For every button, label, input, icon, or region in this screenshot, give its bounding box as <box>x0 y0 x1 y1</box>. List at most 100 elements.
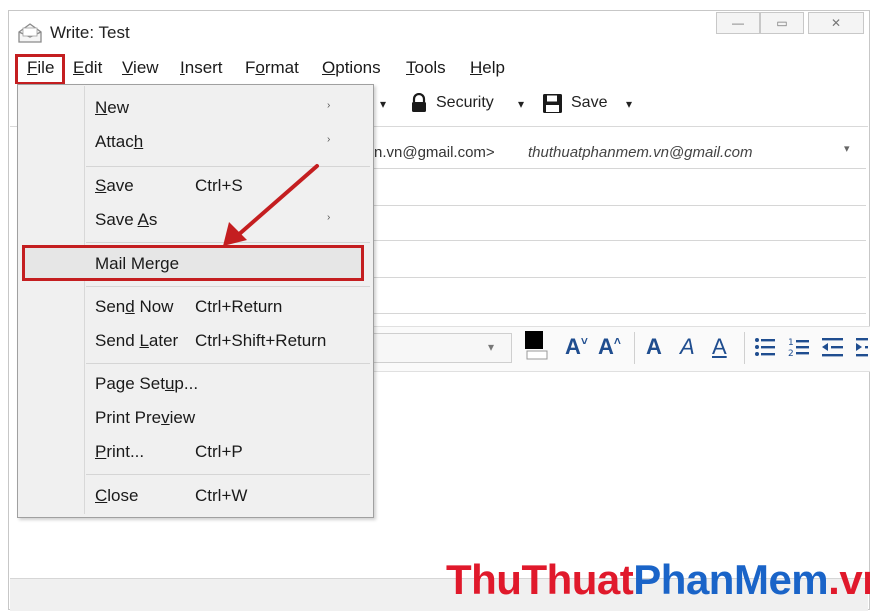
menu-item-save-label: ave <box>106 176 134 195</box>
menu-item-print-preview-pre: Print Pre <box>95 408 162 427</box>
menu-insert-label: nsert <box>184 58 223 77</box>
font-select-arrow[interactable]: ▾ <box>488 340 494 354</box>
watermark-part2: PhanMem <box>633 556 829 603</box>
menu-item-close-mnemonic: C <box>95 486 108 505</box>
increase-font-size-icon[interactable]: A˄ <box>598 334 621 360</box>
text-color-icon[interactable] <box>525 331 549 366</box>
menu-tools[interactable]: Tools <box>406 58 446 78</box>
menu-view-mnemonic: V <box>122 58 134 77</box>
attach-submenu-arrow: › <box>327 134 331 145</box>
menu-options-mnemonic: O <box>322 58 336 77</box>
menu-item-print-label: rint... <box>106 442 145 461</box>
minimize-button[interactable]: — <box>716 12 760 34</box>
menu-item-send-later-mnemonic: L <box>139 331 149 350</box>
svg-text:1: 1 <box>788 338 794 348</box>
window-title: Write: Test <box>50 23 130 42</box>
menu-item-close[interactable]: Close <box>95 486 138 506</box>
menu-tools-label: ools <box>414 58 446 77</box>
menu-item-send-later-pre: Send <box>95 331 140 350</box>
recipient-field-line-3[interactable] <box>372 277 866 278</box>
menu-help-mnemonic: H <box>470 58 483 77</box>
bold-icon[interactable]: A <box>646 334 662 360</box>
menu-help-label: elp <box>482 58 505 77</box>
menu-item-print[interactable]: Print... <box>95 442 144 462</box>
menu-item-new[interactable]: New <box>95 98 129 118</box>
menu-tools-mnemonic: T <box>406 58 415 77</box>
menu-separator <box>86 363 370 364</box>
from-address-partial: n.vn@gmail.com> <box>374 144 495 161</box>
menu-separator <box>86 474 370 475</box>
menu-item-save-as[interactable]: Save As <box>95 210 157 230</box>
menu-item-send-now[interactable]: Send Now <box>95 297 173 317</box>
from-dropdown-arrow[interactable]: ▾ <box>844 142 850 155</box>
decrease-font-size-icon[interactable]: A˅ <box>565 334 588 360</box>
outdent-icon[interactable] <box>822 336 844 363</box>
menu-insert[interactable]: Insert <box>180 58 223 78</box>
menu-edit-mnemonic: E <box>73 58 85 77</box>
menu-item-new-mnemonic: N <box>95 98 108 117</box>
menu-item-page-setup-mnemonic: u <box>164 374 175 393</box>
menu-view[interactable]: View <box>122 58 159 78</box>
menu-item-save-as-mnemonic: A <box>137 210 149 229</box>
menu-item-attach-pre: Attac <box>95 132 134 151</box>
format-separator <box>634 332 635 364</box>
lock-icon[interactable] <box>410 92 428 118</box>
svg-text:2: 2 <box>788 349 794 358</box>
menu-format-mnemonic: o <box>255 58 265 77</box>
numbered-list-icon[interactable]: 1 2 <box>788 336 810 363</box>
menu-help[interactable]: Help <box>470 58 505 78</box>
menu-item-print-preview[interactable]: Print Preview <box>95 408 195 428</box>
subject-field-line[interactable] <box>372 313 866 314</box>
menu-item-close-label: lose <box>107 486 139 505</box>
menu-format[interactable]: Format <box>245 58 299 78</box>
save-dropdown-arrow[interactable]: ▾ <box>626 97 632 111</box>
floppy-disk-icon[interactable] <box>542 93 563 119</box>
file-menu-highlight-box <box>15 54 65 85</box>
close-button[interactable]: ✕ <box>808 12 864 34</box>
menu-item-save-as-pre: Save <box>95 210 138 229</box>
menu-item-new-label: ew <box>107 98 130 117</box>
menu-item-mail-merge[interactable]: Mail Merge <box>95 254 179 274</box>
menu-separator <box>86 286 370 287</box>
toolbar-dropdown-arrow[interactable]: ▾ <box>380 97 386 111</box>
recipient-field-line-2[interactable] <box>372 240 866 241</box>
menu-item-page-setup-pre: Page Set <box>95 374 165 393</box>
recipient-field-line-1[interactable] <box>372 205 866 206</box>
menu-edit[interactable]: Edit <box>73 58 102 78</box>
menu-options-label: ptions <box>335 58 381 77</box>
from-address-account: thuthuatphanmem.vn@gmail.com <box>528 144 753 161</box>
menu-format-pre: F <box>245 58 256 77</box>
menu-item-send-later-label: ater <box>148 331 179 350</box>
close-shortcut: Ctrl+W <box>195 486 248 505</box>
menu-item-save[interactable]: Save <box>95 176 134 196</box>
from-field-line <box>372 168 866 169</box>
security-dropdown-arrow[interactable]: ▾ <box>518 97 524 111</box>
menu-item-send-later[interactable]: Send Later <box>95 331 178 351</box>
menu-item-save-mnemonic: S <box>95 176 107 195</box>
menu-format-label: rmat <box>264 58 299 77</box>
compose-window-icon <box>17 22 43 49</box>
menu-item-send-now-label: Now <box>134 297 174 316</box>
send-now-shortcut: Ctrl+Return <box>195 297 283 316</box>
new-submenu-arrow: › <box>327 100 331 111</box>
red-annotation-arrow-icon <box>215 160 325 255</box>
menu-item-send-now-mnemonic: d <box>125 297 135 316</box>
bullet-list-icon[interactable] <box>754 336 776 363</box>
indent-icon[interactable] <box>856 336 868 363</box>
menu-item-page-setup[interactable]: Page Setup... <box>95 374 198 394</box>
menu-view-label: iew <box>133 58 159 77</box>
save-as-submenu-arrow: › <box>327 212 331 223</box>
menu-options[interactable]: Options <box>322 58 381 78</box>
menu-edit-label: dit <box>84 58 103 77</box>
menu-item-attach-mnemonic: h <box>133 132 144 151</box>
watermark-logo: ThuThuatPhanMem.vn <box>446 556 870 604</box>
italic-icon[interactable]: A <box>680 334 695 360</box>
underline-icon[interactable]: A <box>712 334 727 360</box>
restore-button[interactable]: ▭ <box>760 12 804 34</box>
save-button[interactable]: Save <box>571 94 607 112</box>
format-separator <box>744 332 745 364</box>
security-button[interactable]: Security <box>436 94 494 112</box>
menu-item-print-mnemonic: P <box>95 442 107 461</box>
menu-item-attach[interactable]: Attach <box>95 132 143 152</box>
menu-item-print-preview-label: iew <box>169 408 196 427</box>
